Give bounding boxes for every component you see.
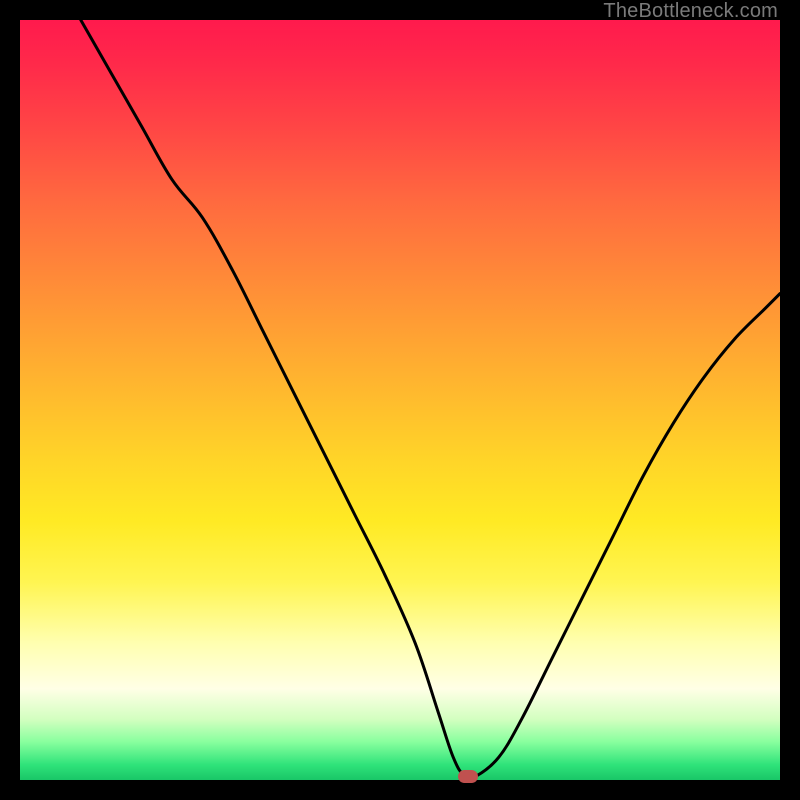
chart-frame: TheBottleneck.com [0, 0, 800, 800]
optimum-marker [458, 770, 478, 783]
watermark-label: TheBottleneck.com [603, 0, 778, 23]
bottleneck-curve [20, 20, 780, 780]
plot-area [20, 20, 780, 780]
